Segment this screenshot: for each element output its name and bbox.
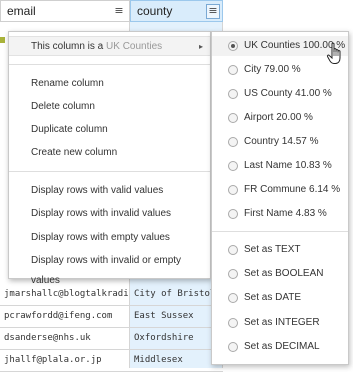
set-as-boolean-option[interactable]: Set as BOOLEAN (212, 264, 348, 284)
column-type-submenu: UK Counties 100.00 % City 79.00 % US Cou… (211, 31, 349, 365)
column-header-label: county (137, 4, 173, 18)
radio-icon[interactable] (228, 209, 238, 219)
column-type-prefix: This column is a (31, 41, 107, 52)
duplicate-column-item[interactable]: Duplicate column (9, 120, 210, 140)
radio-icon[interactable] (228, 342, 238, 352)
set-as-label: Set as DATE (244, 292, 302, 303)
radio-icon[interactable] (228, 245, 238, 255)
display-empty-item[interactable]: Display rows with empty values (9, 228, 210, 248)
radio-icon[interactable] (228, 65, 238, 75)
email-cell[interactable]: jmarshallc@blogtalkradio.com (4, 284, 128, 305)
table-row[interactable]: pcrawfordd@ifeng.com East Sussex (0, 306, 223, 328)
hand-pointer-icon (326, 42, 341, 64)
column-context-menu: This column is a UK Counties ▸ Rename co… (8, 31, 211, 286)
menu-separator (9, 64, 210, 65)
menu-separator (9, 171, 210, 172)
table-row[interactable]: dsanderse@nhs.uk Oxfordshire (0, 328, 223, 350)
column-menu-icon[interactable]: ≡ (206, 4, 220, 19)
column-header-label: email (7, 4, 36, 18)
column-header-email[interactable]: email ≡ (0, 0, 130, 22)
type-option-label: US County 41.00 % (244, 88, 332, 99)
radio-icon[interactable] (228, 161, 238, 171)
type-option[interactable]: Country 14.57 % (212, 132, 348, 152)
type-option-label: FR Commune 6.14 % (244, 184, 341, 195)
display-invalid-item[interactable]: Display rows with invalid values (9, 204, 210, 224)
table-row[interactable]: jhallf@plala.or.jp Middlesex (0, 350, 223, 372)
type-option-label: First Name 4.83 % (244, 208, 327, 219)
radio-icon[interactable] (228, 113, 238, 123)
delete-column-item[interactable]: Delete column (9, 97, 210, 117)
menu-separator (212, 231, 348, 232)
radio-icon[interactable] (228, 269, 238, 279)
email-cell[interactable]: dsanderse@nhs.uk (4, 328, 128, 349)
type-option[interactable]: Last Name 10.83 % (212, 156, 348, 176)
radio-icon[interactable] (228, 89, 238, 99)
type-option-label: Country 14.57 % (244, 136, 319, 147)
type-option[interactable]: US County 41.00 % (212, 84, 348, 104)
type-option-label: Last Name 10.83 % (244, 160, 332, 171)
radio-icon[interactable] (228, 185, 238, 195)
set-as-text-option[interactable]: Set as TEXT (212, 240, 348, 260)
quality-bar-fragment (0, 37, 5, 43)
column-menu-icon[interactable]: ≡ (113, 4, 125, 18)
set-as-label: Set as BOOLEAN (244, 268, 324, 279)
set-as-decimal-option[interactable]: Set as DECIMAL (212, 337, 348, 357)
type-option[interactable]: Airport 20.00 % (212, 108, 348, 128)
type-option-label: Airport 20.00 % (244, 112, 313, 123)
county-cell[interactable]: Oxfordshire (134, 328, 220, 349)
set-as-label: Set as DECIMAL (244, 341, 320, 352)
display-valid-item[interactable]: Display rows with valid values (9, 181, 210, 201)
set-as-label: Set as TEXT (244, 244, 301, 255)
email-cell[interactable]: pcrawfordd@ifeng.com (4, 306, 128, 327)
county-cell[interactable]: City of Bristol (134, 284, 220, 305)
radio-icon[interactable] (228, 137, 238, 147)
radio-checked-icon[interactable] (228, 41, 238, 51)
type-option[interactable]: FR Commune 6.14 % (212, 180, 348, 200)
radio-icon[interactable] (228, 293, 238, 303)
type-option-label: City 79.00 % (244, 64, 301, 75)
submenu-arrow-icon: ▸ (198, 42, 203, 51)
set-as-integer-option[interactable]: Set as INTEGER (212, 313, 348, 333)
column-header-county[interactable]: county ≡ (130, 0, 223, 22)
column-type-value: UK Counties (106, 41, 163, 52)
create-column-item[interactable]: Create new column (9, 143, 210, 163)
radio-icon[interactable] (228, 318, 238, 328)
column-type-menu-item[interactable]: This column is a UK Counties ▸ (9, 36, 210, 56)
type-option[interactable]: First Name 4.83 % (212, 204, 348, 224)
set-as-label: Set as INTEGER (244, 317, 320, 328)
set-as-date-option[interactable]: Set as DATE (212, 288, 348, 308)
county-cell[interactable]: East Sussex (134, 306, 220, 327)
rename-column-item[interactable]: Rename column (9, 74, 210, 94)
display-invalid-empty-item[interactable]: Display rows with invalid or empty value… (9, 251, 210, 286)
